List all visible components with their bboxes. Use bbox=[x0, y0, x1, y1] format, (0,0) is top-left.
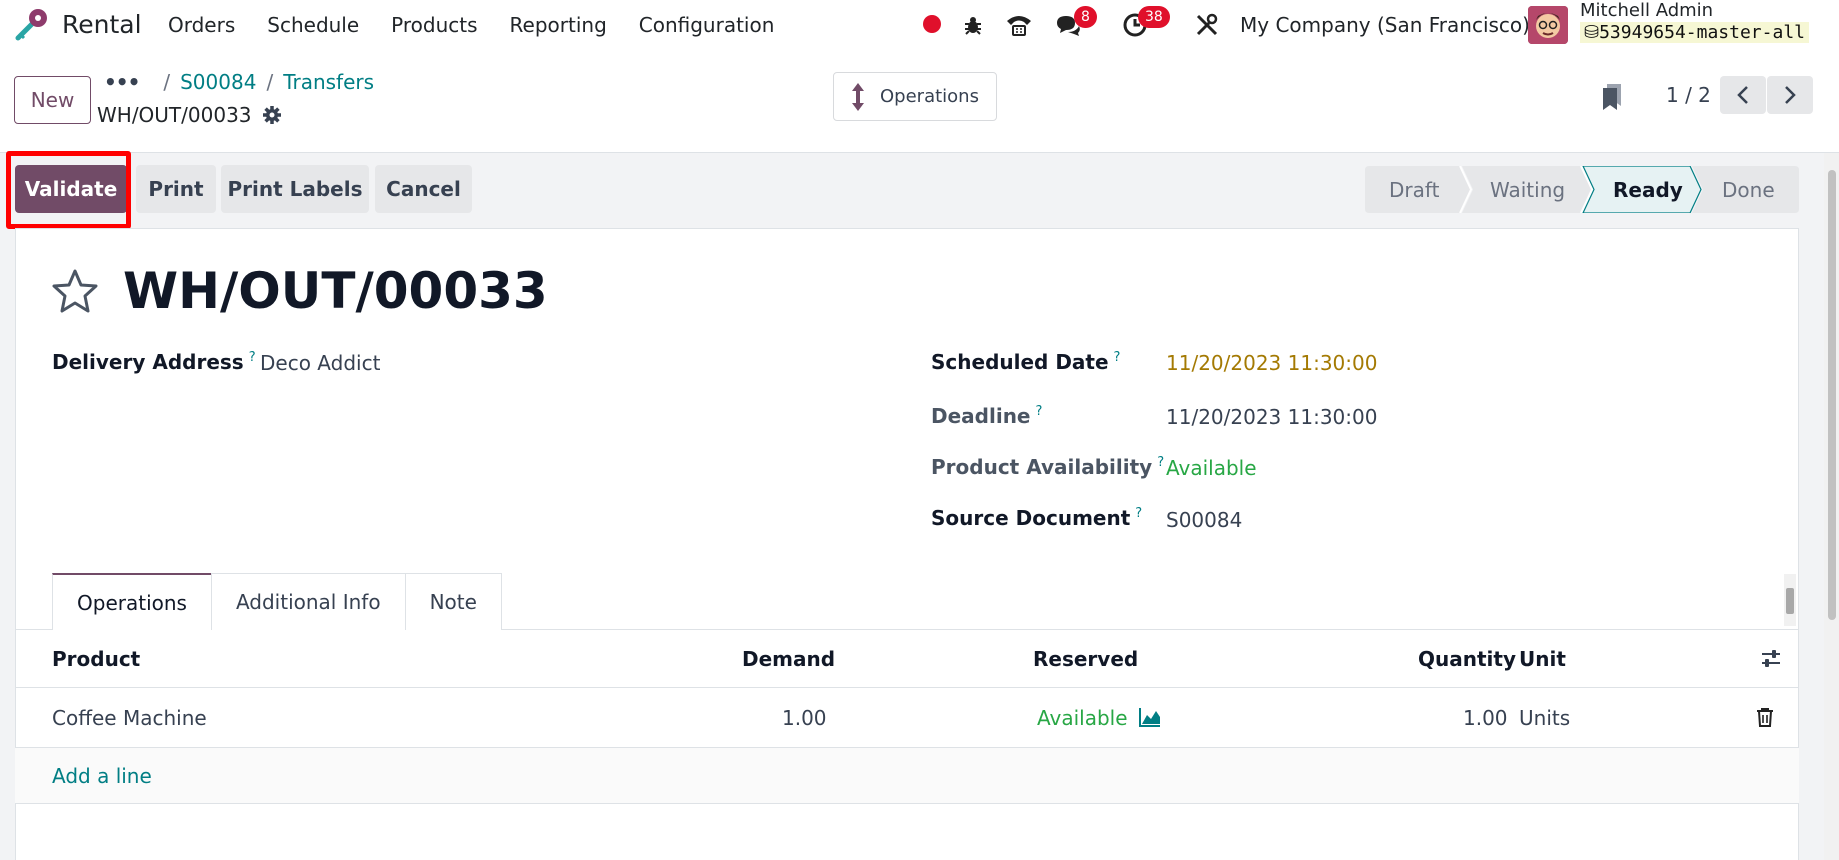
add-a-line-link[interactable]: Add a line bbox=[52, 764, 152, 788]
current-record: WH/OUT/00033 bbox=[97, 103, 282, 127]
database-name-text: 53949654-master-all bbox=[1599, 22, 1805, 43]
source-document-field[interactable]: S00084 bbox=[1166, 508, 1242, 532]
chevron-left-icon bbox=[1737, 86, 1748, 104]
cancel-button[interactable]: Cancel bbox=[375, 165, 472, 213]
stage-done[interactable]: Done bbox=[1722, 178, 1775, 202]
menu-reporting[interactable]: Reporting bbox=[510, 13, 607, 37]
record-name: WH/OUT/00033 bbox=[97, 103, 252, 127]
stage-waiting[interactable]: Waiting bbox=[1490, 178, 1565, 202]
column-header-product[interactable]: Product bbox=[52, 647, 140, 671]
breadcrumb-separator: / bbox=[163, 70, 171, 94]
row-unit[interactable]: Units bbox=[1519, 706, 1570, 730]
tab-note[interactable]: Note bbox=[404, 573, 502, 630]
pager-value[interactable]: 1 / 2 bbox=[1666, 83, 1711, 107]
print-labels-button[interactable]: Print Labels bbox=[221, 165, 369, 213]
deadline-label-text: Deadline bbox=[931, 404, 1031, 428]
tools-icon[interactable] bbox=[1192, 10, 1222, 40]
source-document-label-text: Source Document bbox=[931, 506, 1131, 530]
table-header-divider bbox=[15, 687, 1799, 688]
record-title: WH/OUT/00033 bbox=[123, 262, 548, 320]
help-tooltip-icon[interactable]: ? bbox=[1036, 404, 1043, 419]
validate-button[interactable]: Validate bbox=[15, 165, 127, 213]
print-button[interactable]: Print bbox=[136, 165, 216, 213]
activities-badge: 38 bbox=[1138, 6, 1170, 28]
main-menu: Orders Schedule Products Reporting Confi… bbox=[168, 13, 774, 37]
breadcrumb-more-icon[interactable]: ••• bbox=[104, 70, 140, 94]
source-document-label: Source Document? bbox=[931, 506, 1142, 530]
scheduled-date-field[interactable]: 11/20/2023 11:30:00 bbox=[1166, 351, 1377, 375]
bug-icon[interactable] bbox=[958, 10, 988, 40]
menu-configuration[interactable]: Configuration bbox=[639, 13, 775, 37]
help-tooltip-icon[interactable]: ? bbox=[1135, 506, 1142, 521]
top-navbar: Rental Orders Schedule Products Reportin… bbox=[0, 0, 1839, 50]
product-availability-field: Available bbox=[1166, 456, 1257, 480]
add-line-row bbox=[15, 748, 1799, 803]
help-tooltip-icon[interactable]: ? bbox=[1157, 455, 1164, 470]
scheduled-date-label: Scheduled Date? bbox=[931, 350, 1120, 374]
product-availability-label-text: Product Availability bbox=[931, 455, 1153, 479]
database-name: ⛁53949654-master-all bbox=[1580, 22, 1809, 43]
pager-next-button[interactable] bbox=[1767, 76, 1813, 114]
column-header-unit[interactable]: Unit bbox=[1519, 647, 1566, 671]
breadcrumb-transfers[interactable]: Transfers bbox=[283, 70, 374, 94]
row-quantity[interactable]: 1.00 bbox=[1463, 706, 1508, 730]
tab-operations[interactable]: Operations bbox=[52, 573, 212, 630]
forecast-chart-icon[interactable] bbox=[1138, 706, 1162, 728]
app-name[interactable]: Rental bbox=[62, 10, 142, 39]
tabs-scrollbar[interactable] bbox=[1784, 574, 1796, 626]
delivery-address-label-text: Delivery Address bbox=[52, 350, 244, 374]
operations-smart-button[interactable]: Operations bbox=[833, 72, 997, 121]
star-icon[interactable] bbox=[50, 268, 100, 314]
page-scrollbar[interactable] bbox=[1824, 153, 1839, 860]
column-settings-icon[interactable] bbox=[1760, 648, 1782, 670]
column-header-reserved[interactable]: Reserved bbox=[1033, 647, 1138, 671]
column-header-demand[interactable]: Demand bbox=[742, 647, 835, 671]
user-avatar[interactable] bbox=[1528, 6, 1568, 44]
rental-app-icon[interactable] bbox=[14, 6, 50, 42]
pager-previous-button[interactable] bbox=[1720, 76, 1766, 114]
new-button[interactable]: New bbox=[14, 76, 91, 124]
tab-additional-info[interactable]: Additional Info bbox=[210, 573, 406, 630]
deadline-field: 11/20/2023 11:30:00 bbox=[1166, 405, 1378, 429]
operations-label: Operations bbox=[880, 86, 979, 107]
phone-icon[interactable] bbox=[1004, 10, 1034, 40]
delivery-address-field[interactable]: Deco Addict bbox=[260, 351, 380, 375]
row-reserved: Available bbox=[1037, 706, 1128, 730]
breadcrumb-sale-order[interactable]: S00084 bbox=[180, 70, 256, 94]
control-panel: New ••• / S00084 / Transfers WH/OUT/0003… bbox=[0, 50, 1839, 153]
menu-orders[interactable]: Orders bbox=[168, 13, 235, 37]
stage-ready[interactable]: Ready bbox=[1613, 178, 1683, 202]
messages-badge: 8 bbox=[1074, 6, 1097, 28]
stage-draft[interactable]: Draft bbox=[1389, 178, 1439, 202]
column-header-quantity[interactable]: Quantity bbox=[1418, 647, 1516, 671]
table-bottom-divider bbox=[15, 803, 1799, 804]
breadcrumb: ••• / S00084 / Transfers bbox=[104, 70, 374, 94]
delivery-address-label: Delivery Address? bbox=[52, 350, 256, 374]
notebook-tabs: Operations Additional Info Note bbox=[52, 573, 502, 630]
tabs-scrollbar-thumb[interactable] bbox=[1786, 588, 1794, 614]
help-tooltip-icon[interactable]: ? bbox=[1114, 350, 1121, 365]
menu-products[interactable]: Products bbox=[391, 13, 477, 37]
product-availability-label: Product Availability? bbox=[931, 455, 1164, 479]
row-product[interactable]: Coffee Machine bbox=[52, 706, 207, 730]
company-switcher[interactable]: My Company (San Francisco) bbox=[1240, 13, 1530, 37]
page-scrollbar-thumb[interactable] bbox=[1828, 170, 1836, 620]
scheduled-date-label-text: Scheduled Date bbox=[931, 350, 1109, 374]
deadline-label: Deadline? bbox=[931, 404, 1042, 428]
trash-icon[interactable] bbox=[1756, 707, 1774, 727]
bookmark-icon[interactable] bbox=[1600, 82, 1624, 112]
chevron-right-icon bbox=[1785, 86, 1796, 104]
recording-icon[interactable] bbox=[923, 15, 941, 33]
menu-schedule[interactable]: Schedule bbox=[267, 13, 359, 37]
transfer-arrows-icon bbox=[852, 82, 864, 111]
gear-icon[interactable] bbox=[262, 105, 282, 125]
help-tooltip-icon[interactable]: ? bbox=[249, 350, 256, 365]
row-demand[interactable]: 1.00 bbox=[782, 706, 827, 730]
user-name[interactable]: Mitchell Admin bbox=[1580, 0, 1713, 21]
breadcrumb-separator: / bbox=[266, 70, 274, 94]
